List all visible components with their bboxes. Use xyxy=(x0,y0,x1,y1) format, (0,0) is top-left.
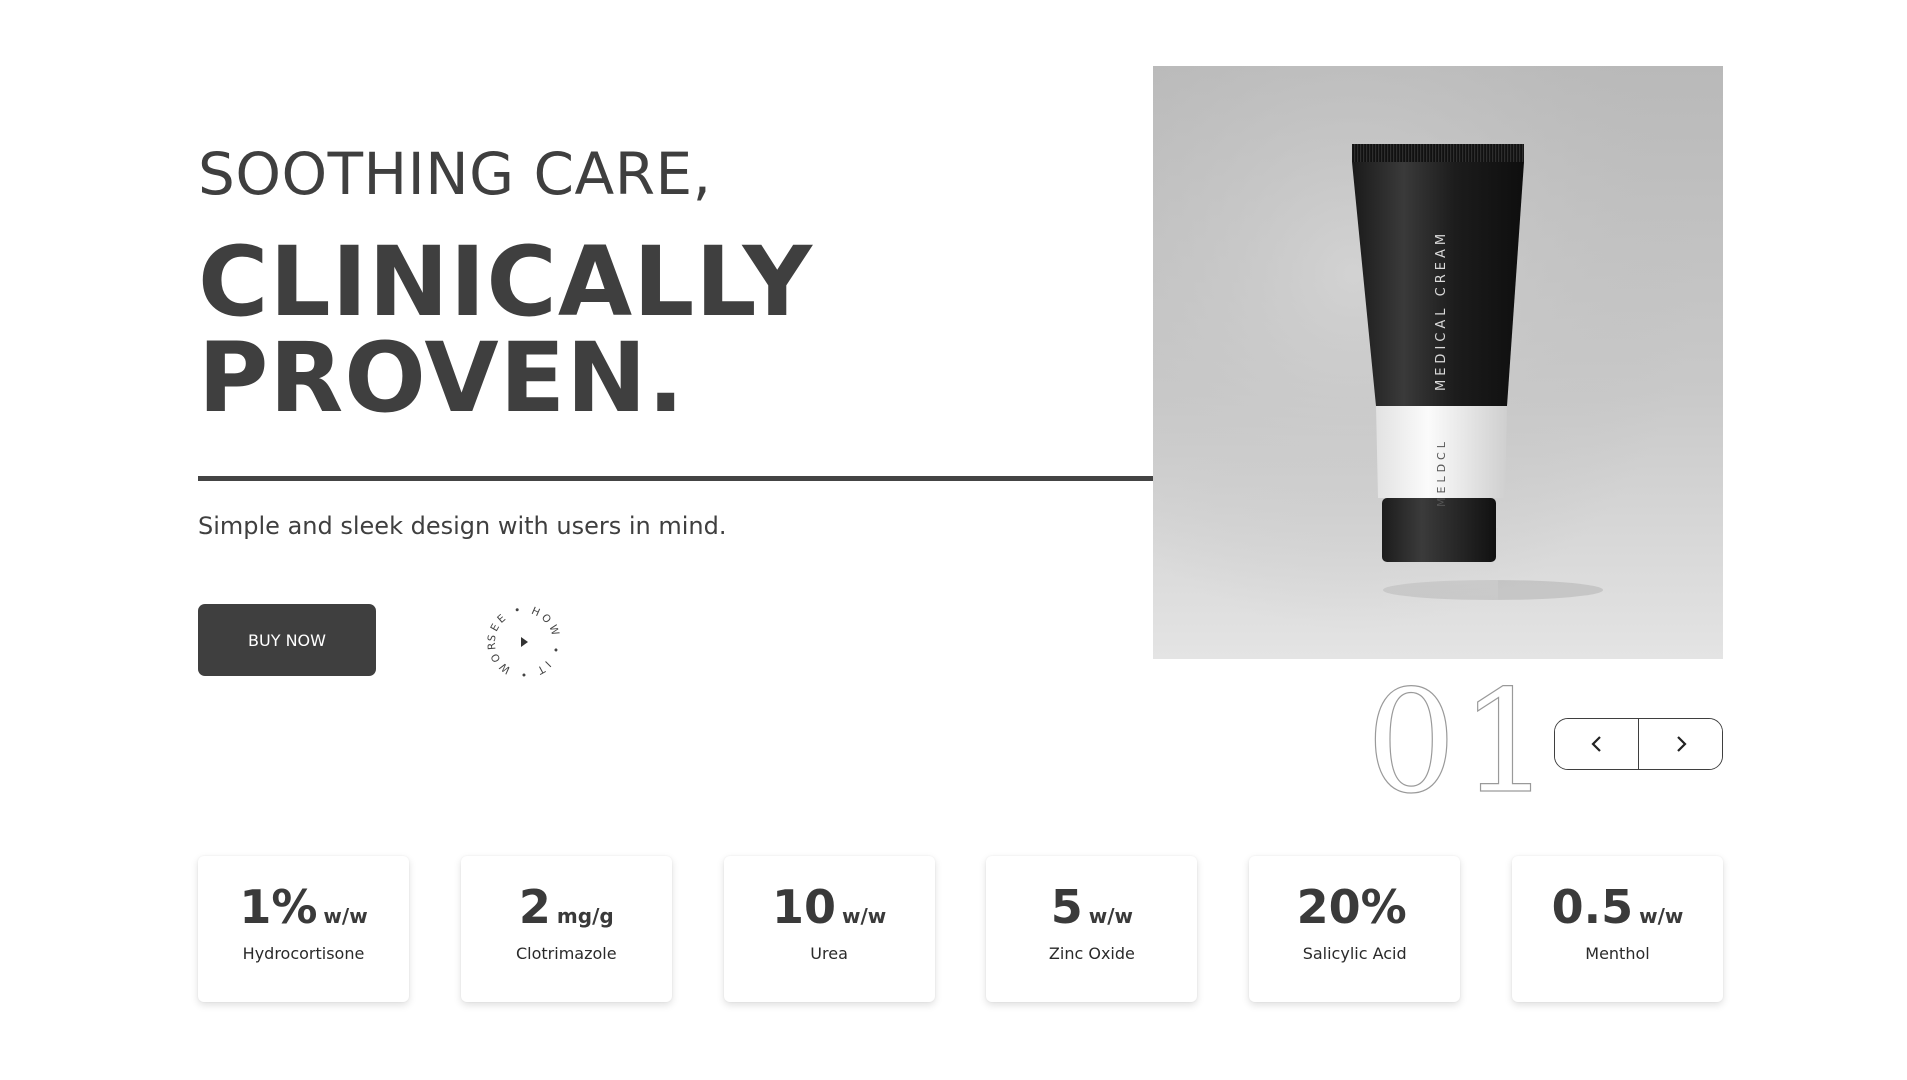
hero-divider xyxy=(198,476,1153,481)
ingredient-name: Clotrimazole xyxy=(516,944,617,963)
ingredient-card: 10 w/w Urea xyxy=(723,856,935,1002)
next-button[interactable] xyxy=(1638,719,1722,769)
ingredient-unit: w/w xyxy=(1088,904,1134,928)
ingredient-unit: w/w xyxy=(841,904,887,928)
chevron-right-icon xyxy=(1676,736,1687,752)
ingredient-value: 5 xyxy=(1050,880,1083,934)
ingredient-card: 5 w/w Zinc Oxide xyxy=(986,856,1198,1002)
play-icon xyxy=(521,637,528,647)
ingredient-unit: w/w xyxy=(323,904,368,928)
tube-label-lower: MELDCL xyxy=(1435,438,1448,507)
ingredient-unit: w/w xyxy=(1639,904,1684,928)
slide-number: 01 xyxy=(1365,659,1551,825)
ingredient-value: 1% xyxy=(239,880,318,934)
how-it-works-button[interactable]: SEE • HOW • IT • WORKS • xyxy=(475,589,568,686)
ingredient-card: 20% Salicylic Acid xyxy=(1249,856,1461,1002)
ingredient-value: 10 xyxy=(771,880,836,934)
slider-nav xyxy=(1554,718,1723,770)
hero-title: CLINICALLY PROVEN. xyxy=(198,234,813,426)
ingredient-name: Zinc Oxide xyxy=(1048,944,1135,963)
hero-tagline: Simple and sleek design with users in mi… xyxy=(198,512,727,540)
hero-title-line-1: CLINICALLY xyxy=(198,226,814,338)
ingredient-value: 0.5 xyxy=(1551,880,1634,934)
ingredient-unit: mg/g xyxy=(556,904,614,928)
ingredient-card: 1% w/w Hydrocortisone xyxy=(198,856,409,1002)
slide-number-text: 01 xyxy=(1366,663,1536,813)
ingredient-card: 2 mg/g Clotrimazole xyxy=(460,856,672,1002)
ingredient-name: Salicylic Acid xyxy=(1302,944,1407,963)
ingredient-value: 20% xyxy=(1296,880,1407,934)
ingredients-list: 1% w/w Hydrocortisone 2 mg/g Clotrimazol… xyxy=(198,856,1723,1002)
ingredient-card: 0.5 w/w Menthol xyxy=(1511,856,1723,1002)
ingredient-name: Urea xyxy=(810,944,848,963)
hero-title-line-2: PROVEN. xyxy=(198,322,685,434)
hero-subtitle: SOOTHING CARE, xyxy=(198,140,712,208)
ingredient-name: Hydrocortisone xyxy=(242,944,365,963)
ingredient-name: Menthol xyxy=(1585,944,1650,963)
buy-now-button[interactable]: BUY NOW xyxy=(198,604,376,676)
chevron-left-icon xyxy=(1590,736,1601,752)
prev-button[interactable] xyxy=(1555,719,1638,769)
tube-label-upper: MEDICAL CREAM xyxy=(1434,230,1449,391)
product-image: MEDICAL CREAM MELDCL xyxy=(1153,66,1723,659)
how-it-works-badge: SEE • HOW • IT • WORKS • xyxy=(475,589,559,680)
ingredient-value: 2 xyxy=(518,880,551,934)
